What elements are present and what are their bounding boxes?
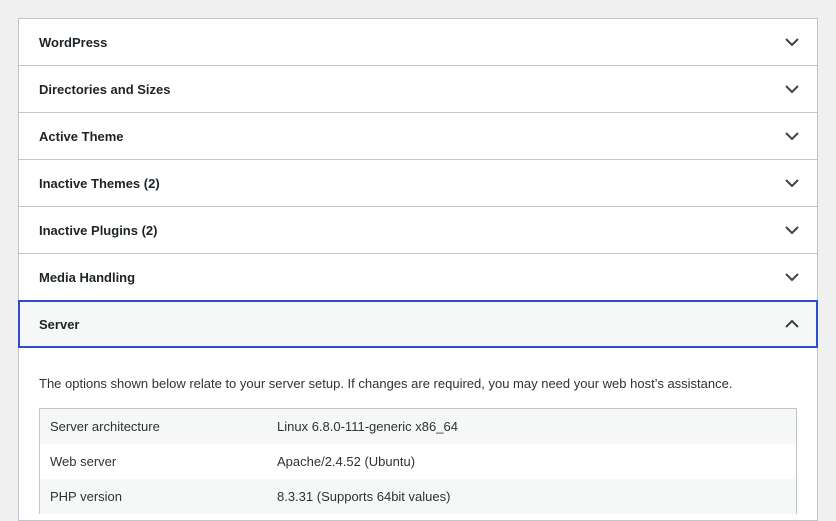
accordion-label: Inactive Themes (2) (39, 175, 160, 191)
row-value: Linux 6.8.0-111-generic x86_64 (277, 418, 458, 434)
row-value: 8.3.31 (Supports 64bit values) (277, 488, 451, 504)
chevron-down-icon (785, 226, 799, 235)
chevron-down-icon (785, 273, 799, 282)
chevron-down-icon (785, 85, 799, 94)
table-row: PHP version 8.3.31 (Supports 64bit value… (39, 478, 797, 514)
accordion-label: Server (39, 316, 80, 332)
row-key: Server architecture (50, 418, 160, 434)
site-health-info-accordion: WordPress Directories and Sizes Active T… (18, 18, 818, 521)
chevron-down-icon (785, 179, 799, 188)
server-panel: The options shown below relate to your s… (19, 348, 817, 520)
table-row: Web server Apache/2.4.52 (Ubuntu) (39, 443, 797, 479)
accordion-directories-and-sizes[interactable]: Directories and Sizes (19, 66, 817, 113)
accordion-media-handling[interactable]: Media Handling (19, 254, 817, 301)
chevron-down-icon (785, 38, 799, 47)
accordion-active-theme[interactable]: Active Theme (19, 113, 817, 160)
server-description: The options shown below relate to your s… (39, 376, 733, 391)
table-row: Server architecture Linux 6.8.0-111-gene… (39, 408, 797, 444)
accordion-label: Inactive Plugins (2) (39, 222, 158, 238)
row-key: Web server (50, 453, 117, 469)
accordion-label: WordPress (39, 34, 108, 50)
accordion-inactive-plugins[interactable]: Inactive Plugins (2) (19, 207, 817, 254)
server-info-table: Server architecture Linux 6.8.0-111-gene… (39, 408, 797, 514)
chevron-down-icon (785, 132, 799, 141)
row-value: Apache/2.4.52 (Ubuntu) (277, 453, 416, 469)
accordion-server[interactable]: Server (18, 300, 818, 348)
accordion-wordpress[interactable]: WordPress (19, 19, 817, 66)
accordion-label: Media Handling (39, 269, 136, 285)
chevron-up-icon (785, 319, 799, 328)
accordion-label: Active Theme (39, 128, 124, 144)
accordion-inactive-themes[interactable]: Inactive Themes (2) (19, 160, 817, 207)
row-key: PHP version (50, 488, 123, 504)
accordion-label: Directories and Sizes (39, 81, 171, 97)
